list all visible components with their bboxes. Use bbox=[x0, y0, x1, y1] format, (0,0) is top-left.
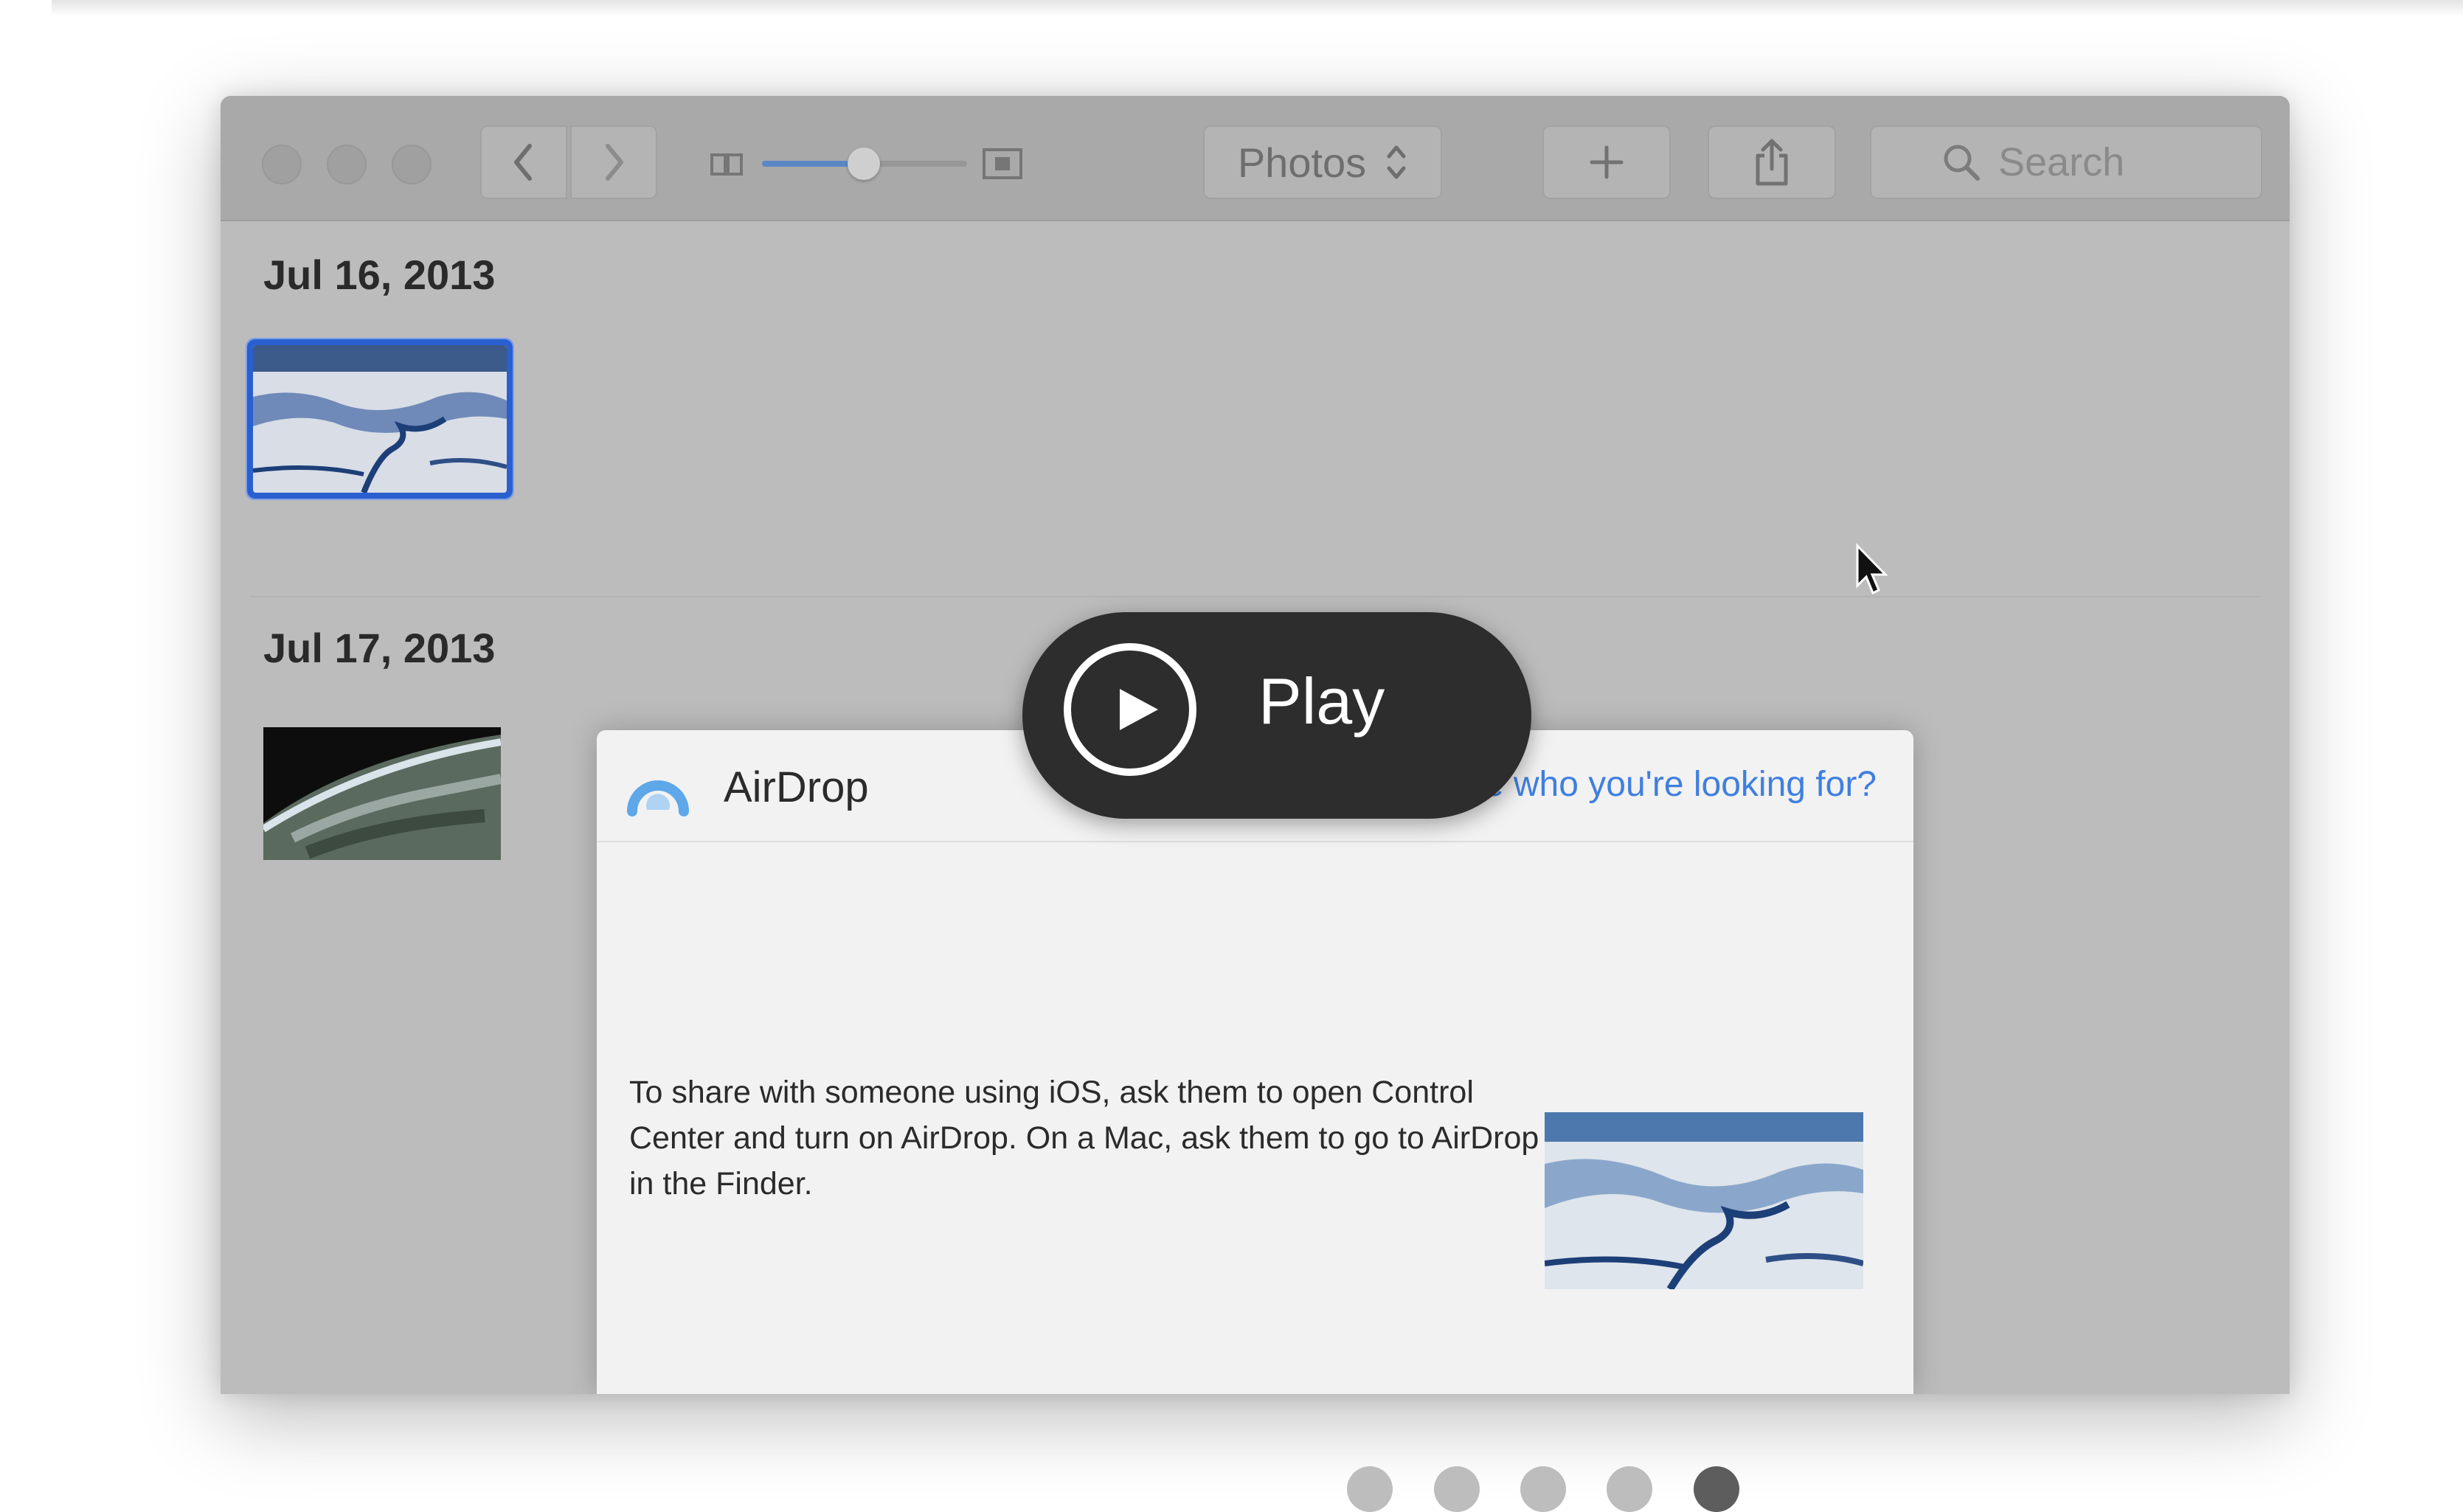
carousel-dot-5-active[interactable] bbox=[1694, 1466, 1739, 1512]
photo-thumbnail-earth[interactable] bbox=[263, 727, 501, 860]
search-placeholder: Search bbox=[1998, 140, 2125, 184]
updown-chevron-icon bbox=[1387, 145, 1406, 179]
small-thumbnail-icon bbox=[710, 153, 743, 176]
chevron-left-icon bbox=[514, 144, 532, 181]
date-header-1: Jul 16, 2013 bbox=[263, 252, 496, 298]
earth-from-orbit-image bbox=[263, 727, 501, 860]
back-button[interactable] bbox=[480, 125, 567, 199]
zoom-window-button[interactable] bbox=[392, 145, 432, 184]
add-button[interactable] bbox=[1542, 125, 1671, 199]
play-video-button[interactable]: Play bbox=[1022, 612, 1531, 819]
source-popup-button[interactable]: Photos bbox=[1203, 125, 1442, 199]
chevron-right-icon bbox=[606, 144, 623, 181]
window-toolbar: Photos Search bbox=[221, 96, 2290, 221]
play-label: Play bbox=[1258, 665, 1385, 738]
top-edge-shadow bbox=[52, 0, 2463, 16]
airdrop-share-sheet: AirDrop Don't see who you're looking for… bbox=[597, 730, 1913, 1394]
ice-photo-preview-image bbox=[1545, 1112, 1863, 1289]
source-popup-label: Photos bbox=[1237, 139, 1367, 186]
airdrop-title: AirDrop bbox=[724, 763, 869, 811]
search-field[interactable]: Search bbox=[1870, 125, 2262, 199]
play-circle bbox=[1064, 643, 1196, 776]
zoom-slider-knob[interactable] bbox=[848, 148, 880, 180]
mouse-pointer-icon bbox=[1856, 543, 1888, 595]
play-icon bbox=[1120, 689, 1158, 730]
date-section-divider bbox=[250, 596, 2260, 597]
airdrop-photo-preview bbox=[1545, 1112, 1863, 1289]
plus-icon bbox=[1590, 145, 1624, 179]
close-window-button[interactable] bbox=[262, 145, 302, 184]
share-button[interactable] bbox=[1708, 125, 1836, 199]
carousel-dot-3[interactable] bbox=[1520, 1466, 1566, 1512]
forward-button[interactable] bbox=[570, 125, 657, 199]
search-icon bbox=[1944, 145, 1980, 181]
date-header-2: Jul 17, 2013 bbox=[263, 625, 496, 671]
carousel-dot-1[interactable] bbox=[1347, 1466, 1393, 1512]
photo-thumbnail-ice-selected[interactable] bbox=[253, 345, 507, 493]
video-preview-stage: Photos Search Jul 16, 2013 Jul 17, 2013 … bbox=[0, 0, 2463, 1512]
large-thumbnail-icon bbox=[983, 148, 1022, 179]
share-icon bbox=[1756, 139, 1788, 186]
ice-photo-image bbox=[253, 345, 507, 493]
carousel-dot-2[interactable] bbox=[1434, 1466, 1480, 1512]
airdrop-instructions: To share with someone using iOS, ask the… bbox=[629, 1075, 1539, 1201]
airdrop-icon bbox=[627, 780, 689, 816]
carousel-dot-4[interactable] bbox=[1607, 1466, 1652, 1512]
minimize-window-button[interactable] bbox=[327, 145, 367, 184]
